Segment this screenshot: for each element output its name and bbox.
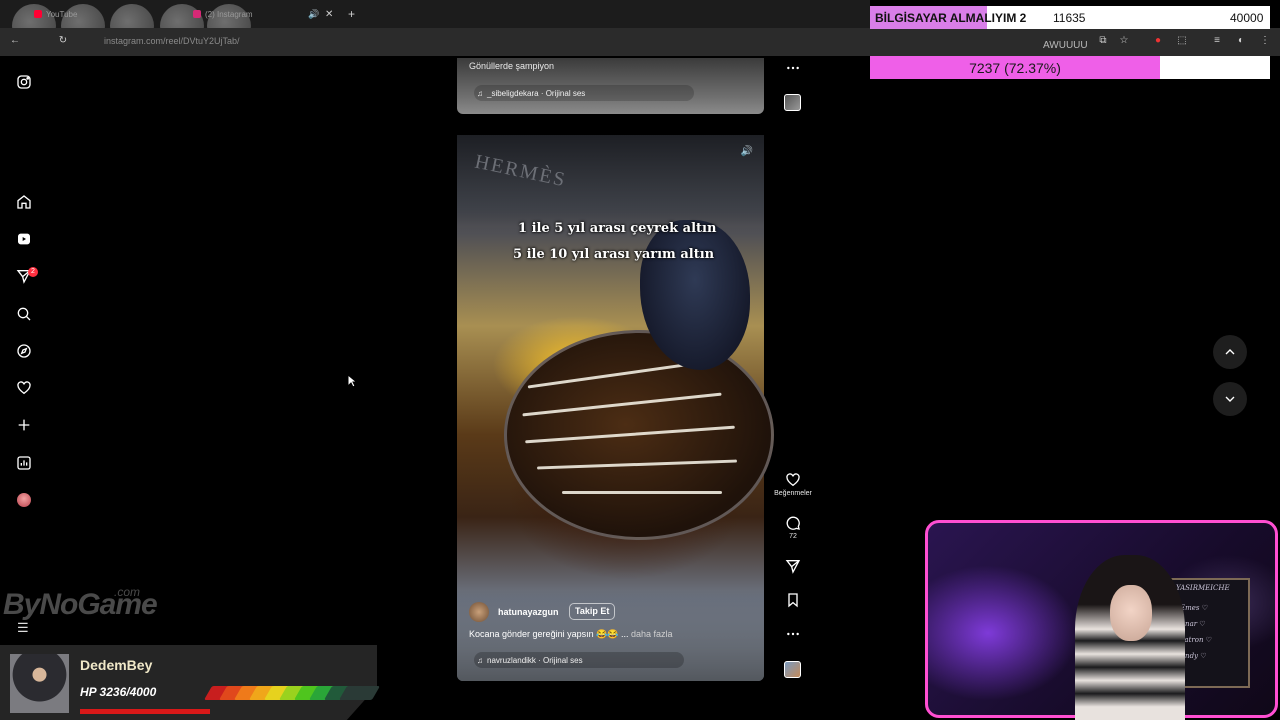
explore-icon[interactable] bbox=[16, 343, 32, 359]
like-button[interactable]: Beğenmeler bbox=[771, 472, 815, 497]
webcam-face bbox=[1110, 585, 1152, 641]
audio-thumbnail[interactable] bbox=[784, 661, 801, 678]
author-username[interactable]: hatunayazgun bbox=[498, 607, 559, 617]
extension-record-icon[interactable]: ● bbox=[1152, 35, 1164, 47]
more-link[interactable]: daha fazla bbox=[631, 629, 673, 639]
previous-reel-caption: Gönüllerde şampiyon bbox=[469, 61, 555, 71]
comment-icon bbox=[786, 516, 800, 530]
more-menu-icon[interactable]: ☰ bbox=[17, 620, 29, 636]
audio-label: navruzlandikk · Orijinal ses bbox=[487, 655, 583, 665]
goal-target: 40000 bbox=[1230, 11, 1264, 25]
mute-tab-icon[interactable]: 🔊 bbox=[308, 4, 319, 24]
install-icon[interactable]: ⧉ bbox=[1097, 35, 1109, 47]
reel-overlay-line2: 5 ile 10 yıl arası yarım altın bbox=[513, 247, 715, 262]
overlay-text: AWUUUU bbox=[1043, 40, 1088, 51]
prev-more-options-icon[interactable] bbox=[782, 60, 804, 76]
comment-count: 72 bbox=[789, 533, 797, 540]
reel-book-stack bbox=[457, 135, 764, 225]
extensions-icon[interactable]: ⬚ bbox=[1176, 35, 1188, 47]
address-bar[interactable]: instagram.com/reel/DVtuY2UjTab/ bbox=[104, 36, 240, 46]
goal-progress-text: 7237 (72.37%) bbox=[969, 60, 1061, 76]
reel-dessert-plate bbox=[504, 330, 774, 540]
tab-youtube[interactable]: YouTube bbox=[34, 4, 77, 24]
tab-label: YouTube bbox=[46, 9, 78, 19]
reload-icon[interactable]: ↻ bbox=[57, 35, 69, 47]
bookmark-icon bbox=[788, 593, 798, 608]
chevron-up-icon bbox=[1225, 349, 1235, 355]
reels-icon[interactable] bbox=[16, 231, 32, 247]
music-note-icon: ♫ bbox=[477, 88, 483, 98]
hp-underline bbox=[80, 709, 210, 714]
dashboard-icon[interactable] bbox=[16, 455, 32, 471]
tab-bar: YouTube (2) Instagram 🔊 ✕ + bbox=[0, 0, 870, 48]
create-icon[interactable] bbox=[16, 417, 32, 433]
share-button[interactable] bbox=[782, 558, 804, 574]
prev-audio-thumbnail[interactable] bbox=[784, 94, 801, 111]
reel-audio[interactable]: ♫ navruzlandikk · Orijinal ses bbox=[474, 652, 684, 668]
reel-caption: Kocana gönder gereğini yapsın 😂😂 ... dah… bbox=[469, 629, 673, 640]
tab-instagram[interactable]: (2) Instagram bbox=[193, 4, 253, 24]
bookmark-star-icon[interactable]: ☆ bbox=[1118, 35, 1130, 47]
media-control-icon[interactable]: ≡ bbox=[1211, 35, 1223, 47]
tab-label: (2) Instagram bbox=[205, 9, 253, 19]
save-button[interactable] bbox=[782, 592, 804, 608]
mouse-cursor-icon bbox=[347, 373, 358, 393]
previous-reel-audio[interactable]: ♫ _sibeligdekara · Orijinal ses bbox=[474, 85, 694, 101]
heart-icon bbox=[786, 473, 800, 487]
goal-current: 11635 bbox=[1053, 11, 1086, 25]
chevron-down-icon bbox=[1225, 396, 1235, 402]
instagram-icon[interactable] bbox=[16, 74, 32, 90]
notifications-heart-icon[interactable] bbox=[16, 380, 32, 396]
instagram-favicon-icon bbox=[193, 10, 201, 18]
board-line: YASIRMEICHE bbox=[1176, 584, 1230, 592]
caption-text: Kocana gönder gereğini yapsın 😂😂 ... bbox=[469, 629, 629, 639]
youtube-icon bbox=[34, 10, 42, 18]
next-reel-button[interactable] bbox=[1213, 382, 1247, 416]
share-icon bbox=[785, 560, 801, 574]
hp-text: HP 3236/4000 bbox=[80, 685, 157, 699]
close-tab-icon[interactable]: ✕ bbox=[325, 4, 333, 24]
sponsor-logo-suffix: .com bbox=[114, 585, 141, 599]
sound-on-icon[interactable]: 🔊 bbox=[740, 145, 754, 159]
hp-name: DedemBey bbox=[80, 657, 153, 673]
author-avatar[interactable] bbox=[469, 602, 489, 622]
back-icon[interactable]: ← bbox=[9, 35, 21, 47]
goal-title: BİLGİSAYAR ALMALIYIM 2 bbox=[875, 11, 1027, 25]
new-tab-icon[interactable]: + bbox=[348, 4, 355, 24]
home-icon[interactable] bbox=[16, 194, 32, 210]
profile-icon[interactable]: ◐ bbox=[1235, 35, 1247, 47]
browser-menu-icon[interactable]: ⋮ bbox=[1259, 35, 1271, 47]
comment-button[interactable]: 72 bbox=[782, 515, 804, 540]
profile-avatar[interactable] bbox=[17, 493, 31, 507]
board-line: Emes ♡ bbox=[1180, 604, 1208, 612]
follow-button[interactable]: Takip Et bbox=[569, 603, 616, 620]
search-icon[interactable] bbox=[16, 306, 32, 322]
previous-reel-button[interactable] bbox=[1213, 335, 1247, 369]
more-options-icon[interactable] bbox=[782, 626, 804, 642]
hp-avatar bbox=[10, 654, 69, 713]
audio-label: _sibeligdekara · Orijinal ses bbox=[487, 88, 586, 98]
reel-overlay-line1: 1 ile 5 yıl arası çeyrek altın bbox=[518, 221, 717, 236]
like-label: Beğenmeler bbox=[774, 490, 812, 497]
music-note-icon: ♫ bbox=[477, 655, 483, 665]
notification-badge: 2 bbox=[28, 267, 38, 277]
